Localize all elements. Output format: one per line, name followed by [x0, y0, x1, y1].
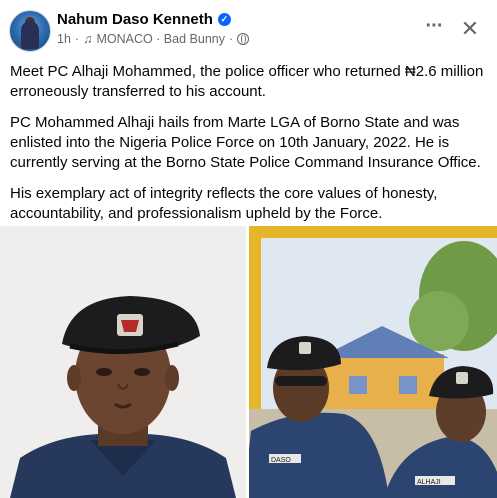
name-tag-2: ALHAJI: [417, 479, 441, 486]
author-name[interactable]: Nahum Daso Kenneth ✓: [57, 11, 231, 28]
photo-grid: DASO ALHAJI: [0, 226, 497, 498]
meta-separator-2: ·: [228, 32, 234, 46]
post-meta: 1h · ♫ MONACO · Bad Bunny ·: [57, 32, 250, 46]
author-name-text[interactable]: Nahum Daso Kenneth: [57, 11, 213, 28]
meta-separator: ·: [74, 32, 80, 46]
avatar-figure: [21, 21, 39, 49]
close-icon[interactable]: ✕: [456, 15, 484, 43]
post-time[interactable]: 1h: [57, 32, 71, 46]
photo-officer-portrait[interactable]: [0, 226, 246, 498]
post-header: Nahum Daso Kenneth ✓ 1h · ♫ MONACO · Bad…: [0, 0, 497, 60]
portrait-illustration: [0, 226, 246, 498]
music-track[interactable]: MONACO · Bad Bunny: [96, 32, 225, 46]
globe-icon: [237, 33, 250, 45]
post-paragraph-2: PC Mohammed Alhaji hails from Marte LGA …: [10, 114, 481, 171]
post-text: Meet PC Alhaji Mohammed, the police offi…: [10, 62, 490, 235]
music-note-icon: ♫: [83, 32, 93, 46]
avatar[interactable]: [9, 10, 51, 52]
pair-illustration: DASO ALHAJI: [249, 226, 497, 498]
post-paragraph-3: His exemplary act of integrity reflects …: [10, 185, 438, 222]
photo-officers-pair[interactable]: DASO ALHAJI: [249, 226, 497, 498]
verified-badge-icon: ✓: [217, 13, 231, 26]
post-paragraph-1: Meet PC Alhaji Mohammed, the police offi…: [10, 63, 484, 100]
more-options-icon[interactable]: ···: [420, 16, 448, 44]
name-tag-1: DASO: [271, 457, 291, 464]
